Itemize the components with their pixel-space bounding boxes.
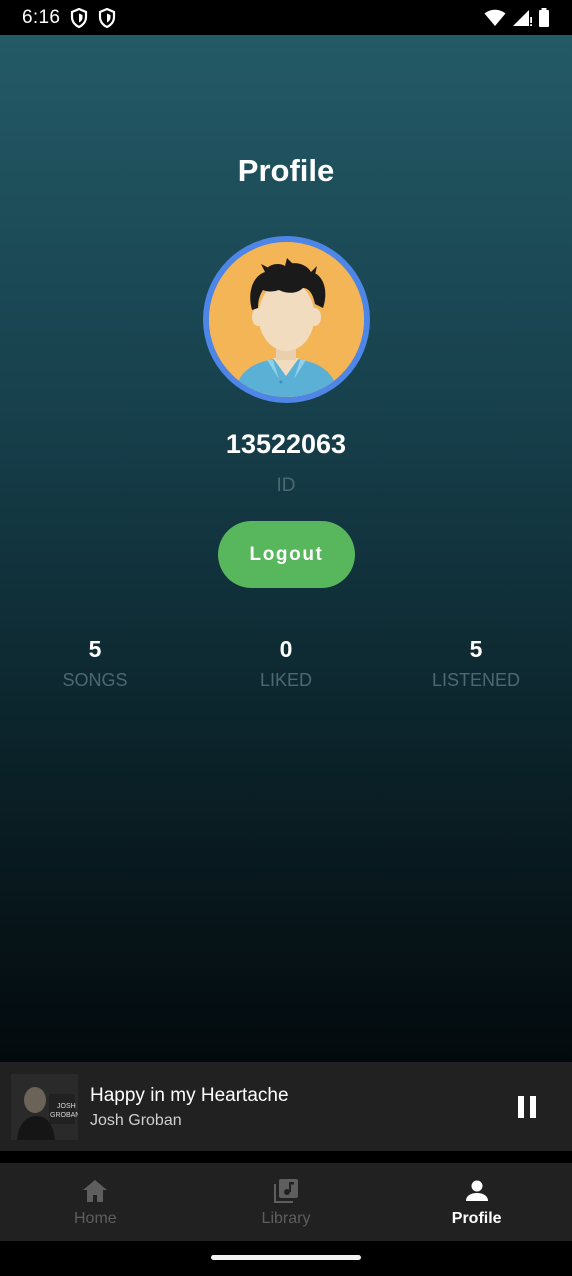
shield-icon xyxy=(71,7,88,28)
wifi-icon xyxy=(484,9,506,26)
stat-value: 5 xyxy=(469,636,483,662)
track-artist: Josh Groban xyxy=(90,1112,182,1129)
gesture-area xyxy=(0,1241,572,1276)
stat-liked: 0 LIKED xyxy=(191,636,381,691)
user-id: 13522063 xyxy=(225,429,347,459)
shield-icon xyxy=(99,7,116,28)
status-time: 6:16 xyxy=(22,6,61,28)
nav-item-library[interactable]: Library xyxy=(191,1163,382,1241)
stat-listened: 5 LISTENED xyxy=(381,636,571,691)
album-cover-image: JOSH GROBAN xyxy=(11,1074,78,1140)
album-art: JOSH GROBAN xyxy=(11,1074,78,1140)
divider xyxy=(0,1151,572,1163)
status-bar: 6:16 xyxy=(0,0,572,35)
stat-value: 5 xyxy=(88,636,102,662)
album-art-text-1: JOSH xyxy=(57,1103,76,1110)
person-icon xyxy=(465,1180,488,1201)
nav-item-profile[interactable]: Profile xyxy=(381,1163,572,1241)
stat-songs: 5 SONGS xyxy=(0,636,190,691)
pause-button[interactable] xyxy=(508,1089,546,1125)
nav-label-home: Home xyxy=(73,1210,117,1227)
stat-label: SONGS xyxy=(62,670,128,690)
library-icon xyxy=(274,1179,298,1203)
avatar-illustration xyxy=(209,242,364,397)
mini-player[interactable]: JOSH GROBAN Happy in my Heartache Josh G… xyxy=(0,1062,572,1151)
pause-icon xyxy=(518,1096,524,1118)
page-title: Profile xyxy=(237,153,335,188)
stat-value: 0 xyxy=(279,636,293,662)
signal-icon xyxy=(513,9,532,26)
album-art-text-2: GROBAN xyxy=(50,1112,78,1119)
nav-label-library: Library xyxy=(261,1210,311,1227)
nav-item-home[interactable]: Home xyxy=(0,1163,191,1241)
home-icon xyxy=(83,1180,108,1202)
nav-label-profile: Profile xyxy=(451,1210,502,1227)
bottom-nav: Home Library Profile xyxy=(0,1163,572,1241)
profile-screen: Profile 13522063 ID Logout 5 SONGS 0 LIK… xyxy=(0,35,572,1062)
home-gesture-handle[interactable] xyxy=(211,1255,361,1260)
stat-label: LISTENED xyxy=(431,670,521,690)
battery-icon xyxy=(539,8,549,27)
pause-icon xyxy=(530,1096,536,1118)
track-title: Happy in my Heartache xyxy=(90,1085,289,1106)
status-right xyxy=(484,8,550,27)
user-id-label: ID xyxy=(276,475,296,496)
avatar xyxy=(203,236,370,403)
stat-label: LIKED xyxy=(259,670,313,690)
user-avatar-icon xyxy=(209,242,364,397)
logout-button[interactable]: Logout xyxy=(218,521,355,588)
status-left: 6:16 xyxy=(22,7,116,29)
